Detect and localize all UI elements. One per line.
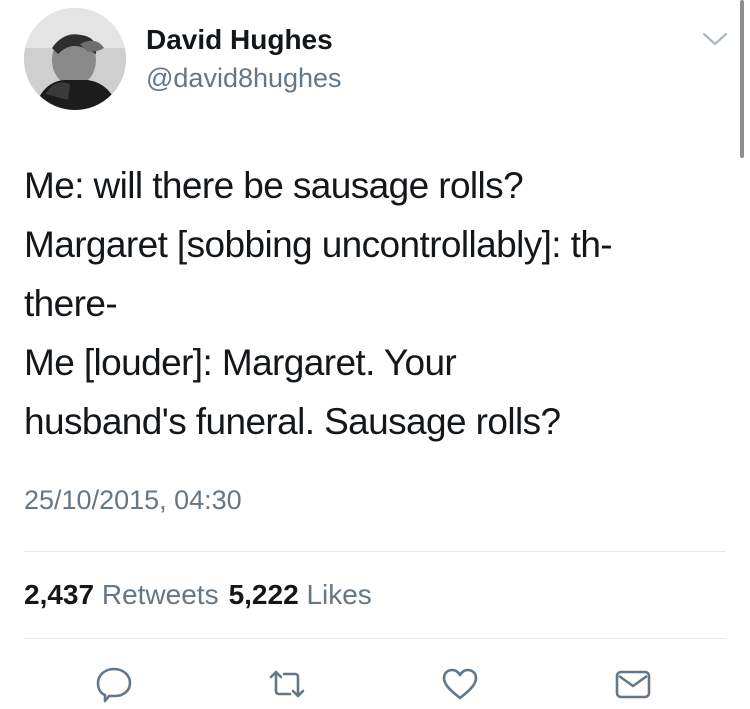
heart-icon	[442, 668, 478, 700]
likes-count: 5,222	[228, 579, 299, 610]
tweet-line: husband's funeral. Sausage rolls?	[24, 401, 561, 442]
reply-icon	[96, 667, 132, 703]
reply-button[interactable]	[94, 664, 134, 704]
retweet-icon	[269, 670, 305, 698]
divider	[24, 551, 726, 552]
tweet-line: Margaret [sobbing uncontrollably]: th-	[24, 224, 613, 265]
retweet-button[interactable]	[267, 664, 307, 704]
profile-photo-icon	[24, 8, 126, 110]
direct-message-button[interactable]	[613, 664, 653, 704]
chevron-down-icon[interactable]	[700, 28, 730, 50]
avatar[interactable]	[24, 8, 126, 110]
retweets-stat[interactable]: 2,437 Retweets	[24, 579, 219, 610]
scrollbar[interactable]	[740, 0, 744, 158]
tweet-line: Me: will there be sausage rolls?	[24, 165, 524, 206]
likes-label: Likes	[306, 579, 372, 610]
like-button[interactable]	[440, 664, 480, 704]
likes-stat[interactable]: 5,222 Likes	[229, 579, 372, 610]
retweets-count: 2,437	[24, 579, 95, 610]
divider	[24, 638, 726, 639]
retweets-label: Retweets	[101, 579, 219, 610]
tweet-text: Me: will there be sausage rolls? Margare…	[24, 156, 724, 451]
envelope-icon	[615, 670, 651, 699]
tweet-line: Me [louder]: Margaret. Your	[24, 342, 457, 383]
tweet-timestamp[interactable]: 25/10/2015, 04:30	[24, 484, 242, 516]
display-name[interactable]: David Hughes	[146, 24, 333, 56]
tweet-stats: 2,437 Retweets 5,222 Likes	[24, 578, 372, 612]
tweet-line: there-	[24, 283, 118, 324]
user-handle[interactable]: @david8hughes	[146, 62, 342, 94]
